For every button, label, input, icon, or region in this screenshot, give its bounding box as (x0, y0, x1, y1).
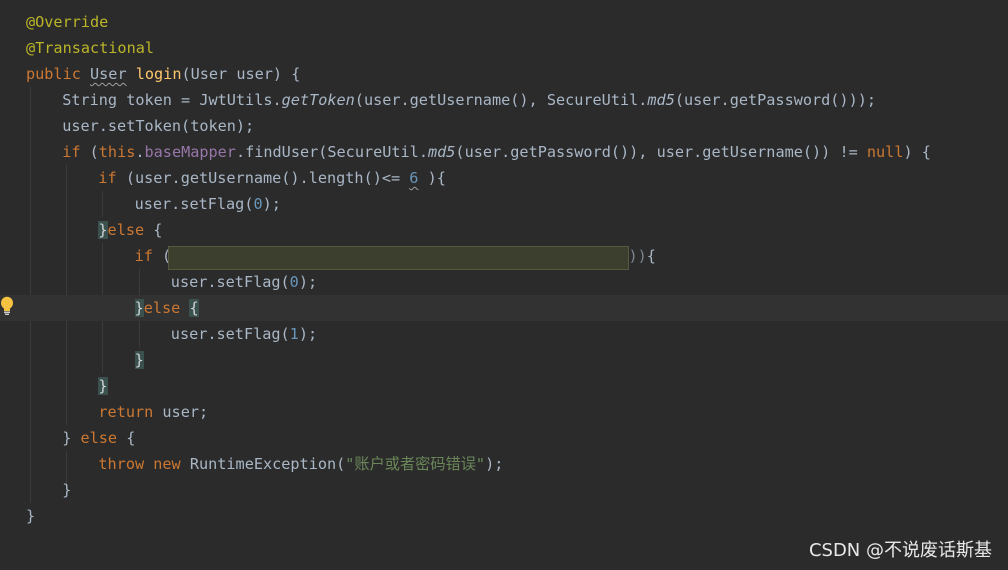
code-token: } (26, 507, 36, 525)
code-token: { (153, 221, 163, 239)
code-line-content: user.setToken(token); (62, 113, 254, 139)
code-line-content: user.setFlag(0); (171, 269, 317, 295)
code-token: md5 (647, 91, 675, 109)
code-token: } (134, 351, 144, 369)
code-line-content: @Transactional (26, 35, 154, 61)
code-line-content: } (62, 477, 71, 503)
code-token: @Override (26, 13, 109, 31)
lightbulb-icon[interactable] (0, 296, 14, 316)
code-token: else (80, 429, 127, 447)
code-line-content: public User login(User user) { (26, 61, 300, 87)
code-line-content: if (user.getUsername().length()<= 6 ){ (98, 165, 445, 191)
code-line-content: }else { (134, 295, 199, 321)
code-line-content: if (this.baseMapper.findUser(SecureUtil.… (62, 139, 931, 165)
code-token: if (134, 247, 163, 265)
code-token: User (90, 65, 127, 83)
code-token: if (98, 169, 126, 187)
code-token: .findUser(SecureUtil. (235, 143, 428, 161)
code-line-content: @Override (26, 9, 108, 35)
code-token: ){ (418, 169, 446, 187)
code-token: user; (162, 403, 209, 421)
code-line[interactable]: @Transactional (0, 35, 1008, 61)
code-token: public (26, 65, 91, 83)
code-token: "账户或者密码错误" (345, 455, 486, 473)
code-token: 1 (289, 325, 299, 343)
code-line-content: String token = JwtUtils.getToken(user.ge… (62, 87, 876, 113)
code-token: @Transactional (26, 39, 155, 57)
code-token: } (98, 221, 108, 239)
code-token: RuntimeException( (189, 455, 346, 473)
code-line-content: return user; (98, 399, 208, 425)
code-token: (user.getUsername(), SecureUtil. (354, 91, 648, 109)
code-token: } (62, 429, 81, 447)
code-line[interactable]: } (0, 503, 1008, 529)
code-line[interactable]: return user; (0, 399, 1008, 425)
code-line-content: throw new RuntimeException("账户或者密码错误"); (98, 451, 503, 477)
code-token: { (646, 247, 656, 265)
code-line[interactable]: user.setFlag(0); (0, 191, 1008, 217)
code-token: else (143, 299, 190, 317)
code-token: (User user) { (181, 65, 301, 83)
code-token: this (98, 143, 136, 161)
code-token: ); (298, 325, 318, 343)
code-token: else (107, 221, 154, 239)
code-token: ); (298, 273, 318, 291)
code-line-content: }else { (98, 217, 162, 243)
code-line[interactable]: public User login(User user) { (0, 61, 1008, 87)
code-line[interactable]: if (user.getUsername().length()<= 6 ){ (0, 165, 1008, 191)
code-token: ) (637, 247, 647, 265)
code-line[interactable]: if (this.baseMapper.findUser(SecureUtil.… (0, 139, 1008, 165)
code-token: md5 (427, 143, 456, 161)
code-token: (user.getUsername().length()<= (125, 169, 410, 187)
code-token: user.setFlag( (170, 325, 290, 343)
code-line-content: } (134, 347, 144, 373)
inspection-warning-highlight (168, 246, 629, 270)
code-token: } (98, 377, 108, 395)
code-line[interactable]: }else { (0, 217, 1008, 243)
code-line[interactable]: throw new RuntimeException("账户或者密码错误"); (0, 451, 1008, 477)
code-token: user.setToken(token); (62, 117, 255, 135)
code-token: getToken (281, 91, 355, 109)
code-line[interactable]: @Override (0, 9, 1008, 35)
code-line[interactable]: user.setToken(token); (0, 113, 1008, 139)
code-token: login (135, 65, 182, 83)
code-token: throw new (98, 455, 190, 473)
code-line[interactable]: }else { (0, 295, 1008, 321)
code-token: ) { (903, 143, 931, 161)
code-token: user.setFlag( (134, 195, 254, 213)
code-line[interactable]: } (0, 347, 1008, 373)
code-line-content: } (98, 373, 108, 399)
code-token: } (62, 481, 72, 499)
code-line[interactable]: } (0, 373, 1008, 399)
code-token: String token = JwtUtils. (62, 91, 282, 109)
code-token: ); (262, 195, 281, 213)
code-token: } (134, 299, 144, 317)
code-token: (user.getPassword())); (674, 91, 877, 109)
code-token: user.setFlag( (170, 273, 290, 291)
code-line[interactable]: String token = JwtUtils.getToken(user.ge… (0, 87, 1008, 113)
code-line-content: } else { (62, 425, 135, 451)
code-token: 0 (253, 195, 263, 213)
code-line[interactable]: } else { (0, 425, 1008, 451)
code-token: ( (89, 143, 99, 161)
code-token: 0 (289, 273, 299, 291)
code-token: null (866, 143, 904, 161)
code-line-content: user.setFlag(1); (171, 321, 317, 347)
code-token: (user.getPassword()), user.getUsername()… (455, 143, 867, 161)
code-token: return (98, 403, 163, 421)
code-token: { (189, 299, 199, 317)
code-line[interactable]: user.setFlag(0); (0, 269, 1008, 295)
code-line-content: user.setFlag(0); (135, 191, 281, 217)
code-token: baseMapper (144, 143, 236, 161)
code-token: . (135, 143, 145, 161)
watermark: CSDN @不说废话斯基 (808, 540, 992, 561)
code-editor[interactable]: @Override @Transactional public User login… (0, 0, 1008, 570)
code-token: ); (485, 455, 504, 473)
code-token: if (62, 143, 90, 161)
code-line[interactable]: } (0, 477, 1008, 503)
code-token: { (126, 429, 136, 447)
code-line-content: } (26, 503, 35, 529)
code-line[interactable]: user.setFlag(1); (0, 321, 1008, 347)
